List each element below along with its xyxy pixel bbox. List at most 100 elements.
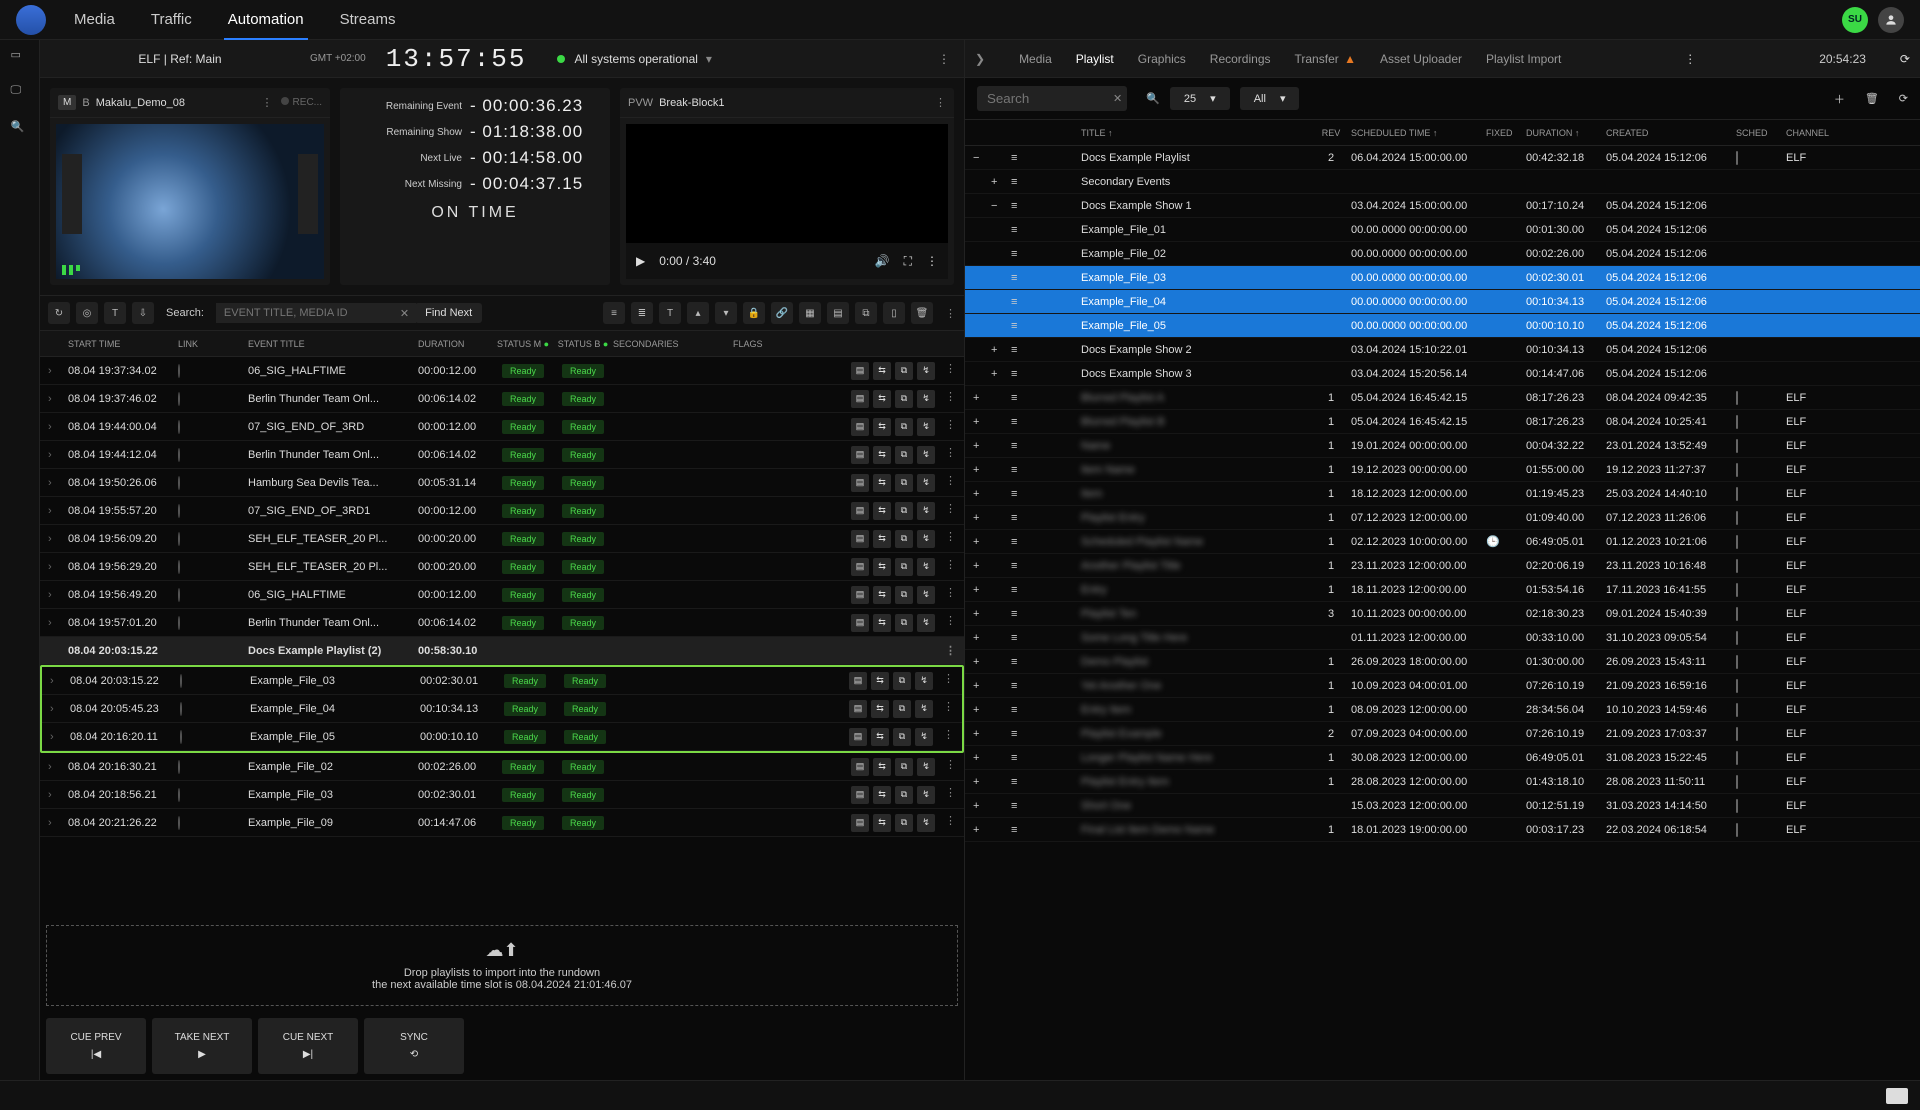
playlist-row[interactable]: +≡Name119.01.2024 00:00:00.0000:04:32.22… — [965, 434, 1920, 458]
rundown-row[interactable]: ›08.04 19:37:46.02Berlin Thunder Team On… — [40, 385, 964, 413]
action-icon[interactable]: ⧉ — [895, 446, 913, 464]
action-icon[interactable]: ⇆ — [873, 446, 891, 464]
drag-handle-icon[interactable]: ≡ — [1011, 248, 1017, 260]
drag-handle-icon[interactable]: ≡ — [1011, 752, 1017, 764]
user-avatar[interactable]: SU — [1842, 7, 1868, 33]
rundown-row[interactable]: ›08.04 20:21:26.22Example_File_0900:14:4… — [40, 809, 964, 837]
drag-handle-icon[interactable]: ≡ — [1011, 224, 1017, 236]
take-next-button[interactable]: TAKE NEXT▶ — [152, 1018, 252, 1074]
schedule-checkbox[interactable] — [1736, 775, 1738, 789]
drag-handle-icon[interactable]: ≡ — [1011, 152, 1017, 164]
toolbar-icon[interactable]: ≣ — [631, 302, 653, 324]
drag-handle-icon[interactable]: ≡ — [1011, 608, 1017, 620]
schedule-checkbox[interactable] — [1736, 823, 1738, 837]
action-icon[interactable]: ↯ — [917, 558, 935, 576]
notes-icon[interactable]: ▤ — [851, 390, 869, 408]
expand-icon[interactable]: + — [973, 464, 979, 476]
expand-icon[interactable]: + — [991, 344, 997, 356]
playlist-row[interactable]: +≡Final List Item Demo Name118.01.2023 1… — [965, 818, 1920, 842]
action-icon[interactable]: ⧉ — [895, 786, 913, 804]
pgm-menu-icon[interactable]: ⋮ — [262, 96, 273, 109]
row-menu-icon[interactable]: ⋮ — [945, 614, 956, 632]
notes-icon[interactable]: ▤ — [851, 614, 869, 632]
drag-handle-icon[interactable]: ≡ — [1011, 584, 1017, 596]
download-icon[interactable]: ⇩ — [132, 302, 154, 324]
rcol-fixed[interactable]: FIXED — [1486, 128, 1526, 138]
status-dropdown-icon[interactable]: ▾ — [706, 52, 712, 66]
nav-traffic[interactable]: Traffic — [147, 1, 196, 38]
playlist-row[interactable]: +≡Longer Playlist Name Here130.08.2023 1… — [965, 746, 1920, 770]
action-icon[interactable]: ⇆ — [873, 502, 891, 520]
search-submit-icon[interactable]: 🔍 — [1146, 92, 1160, 105]
clear-icon[interactable]: ✕ — [1113, 92, 1122, 105]
action-icon[interactable]: ⇆ — [873, 474, 891, 492]
drag-handle-icon[interactable]: ≡ — [1011, 344, 1017, 356]
expand-icon[interactable]: + — [991, 176, 997, 188]
drag-handle-icon[interactable]: ≡ — [1011, 800, 1017, 812]
row-menu-icon[interactable]: ⋮ — [945, 390, 956, 408]
search-input[interactable] — [216, 303, 416, 323]
playlist-row[interactable]: +≡Blurred Playlist B105.04.2024 16:45:42… — [965, 410, 1920, 434]
drag-handle-icon[interactable]: ≡ — [1011, 416, 1017, 428]
row-menu-icon[interactable]: ⋮ — [945, 474, 956, 492]
rundown-row[interactable]: ›08.04 19:44:00.0407_SIG_END_OF_3RD00:00… — [40, 413, 964, 441]
tab-playlist[interactable]: Playlist — [1076, 52, 1114, 66]
playlist-row[interactable]: +≡Item118.12.2023 12:00:00.0001:19:45.23… — [965, 482, 1920, 506]
up-icon[interactable]: ▴ — [687, 302, 709, 324]
notes-icon[interactable]: ▤ — [851, 446, 869, 464]
action-icon[interactable]: ↯ — [917, 474, 935, 492]
action-icon[interactable]: ⧉ — [895, 586, 913, 604]
expand-icon[interactable]: + — [973, 584, 979, 596]
schedule-checkbox[interactable] — [1736, 391, 1738, 405]
col-status-m[interactable]: STATUS M ● — [493, 339, 553, 349]
expand-icon[interactable]: + — [973, 536, 979, 548]
schedule-checkbox[interactable] — [1736, 703, 1738, 717]
link-icon[interactable]: 🔗 — [771, 302, 793, 324]
action-icon[interactable]: ↯ — [917, 814, 935, 832]
toolbar-icon[interactable]: ▤ — [827, 302, 849, 324]
toolbar-icon[interactable]: T — [659, 302, 681, 324]
row-menu-icon[interactable]: ⋮ — [943, 672, 954, 690]
rundown-row[interactable]: ›08.04 19:56:29.20SEH_ELF_TEASER_20 Pl..… — [40, 553, 964, 581]
expand-icon[interactable]: + — [973, 704, 979, 716]
schedule-checkbox[interactable] — [1736, 751, 1738, 765]
keyboard-icon[interactable] — [1886, 1088, 1908, 1104]
playlist-row[interactable]: +≡Entry118.11.2023 12:00:00.0001:53:54.1… — [965, 578, 1920, 602]
playlist-row[interactable]: ≡Example_File_0400.00.0000 00:00:00.0000… — [965, 290, 1920, 314]
toolbar-menu-icon[interactable]: ⋮ — [945, 307, 956, 320]
action-icon[interactable]: ↯ — [917, 502, 935, 520]
drag-handle-icon[interactable]: ≡ — [1011, 176, 1017, 188]
drag-handle-icon[interactable]: ≡ — [1011, 320, 1017, 332]
schedule-checkbox[interactable] — [1736, 439, 1738, 453]
row-menu-icon[interactable]: ⋮ — [945, 644, 956, 657]
drag-handle-icon[interactable]: ≡ — [1011, 272, 1017, 284]
drag-handle-icon[interactable]: ≡ — [1011, 368, 1017, 380]
action-icon[interactable]: ↯ — [917, 586, 935, 604]
rundown-row[interactable]: ›08.04 19:50:26.06Hamburg Sea Devils Tea… — [40, 469, 964, 497]
nav-automation[interactable]: Automation — [224, 1, 308, 41]
playlist-row[interactable]: +≡Another Playlist Title123.11.2023 12:0… — [965, 554, 1920, 578]
action-icon[interactable]: ⧉ — [895, 758, 913, 776]
expand-icon[interactable]: + — [973, 512, 979, 524]
drag-handle-icon[interactable]: ≡ — [1011, 560, 1017, 572]
action-icon[interactable]: ↯ — [917, 418, 935, 436]
schedule-checkbox[interactable] — [1736, 655, 1738, 669]
schedule-checkbox[interactable] — [1736, 151, 1738, 165]
rundown-group-row[interactable]: 08.04 20:03:15.22Docs Example Playlist (… — [40, 637, 964, 665]
schedule-checkbox[interactable] — [1736, 631, 1738, 645]
rcol-created[interactable]: CREATED — [1606, 128, 1736, 138]
action-icon[interactable]: ↯ — [917, 362, 935, 380]
action-icon[interactable]: ⇆ — [873, 558, 891, 576]
drag-handle-icon[interactable]: ≡ — [1011, 632, 1017, 644]
schedule-checkbox[interactable] — [1736, 463, 1738, 477]
account-icon[interactable] — [1878, 7, 1904, 33]
playlist-row[interactable]: +≡Yet Another One110.09.2023 04:00:01.00… — [965, 674, 1920, 698]
notes-icon[interactable]: ▤ — [851, 814, 869, 832]
rundown-row[interactable]: ›08.04 19:56:49.2006_SIG_HALFTIME00:00:1… — [40, 581, 964, 609]
expand-icon[interactable]: + — [973, 800, 979, 812]
nav-streams[interactable]: Streams — [336, 1, 400, 38]
row-menu-icon[interactable]: ⋮ — [945, 814, 956, 832]
action-icon[interactable]: ↯ — [915, 700, 933, 718]
volume-icon[interactable]: 🔊 — [875, 254, 890, 268]
playlist-row[interactable]: −≡Docs Example Playlist206.04.2024 15:00… — [965, 146, 1920, 170]
